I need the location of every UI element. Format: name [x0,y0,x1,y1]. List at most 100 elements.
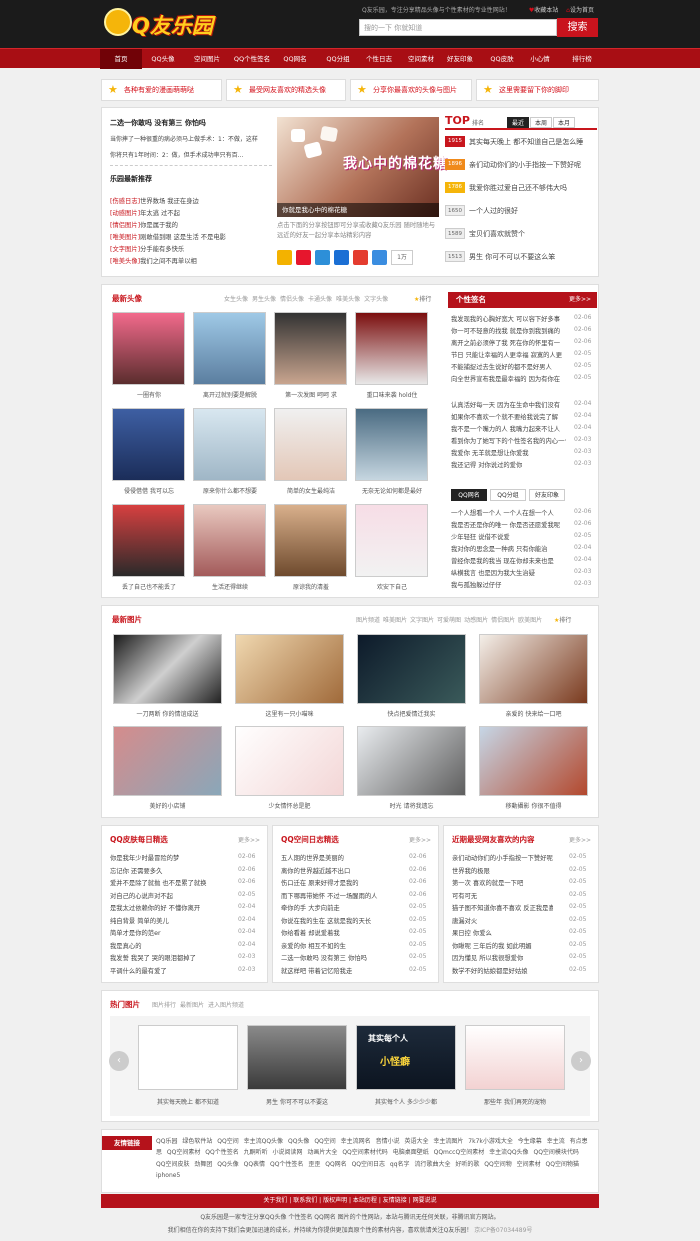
slide-image[interactable]: 我心中的棉花糖 你就是我心中的棉花糖 [277,117,447,217]
rank-item[interactable]: 男生 你可不可以不要这么笨 [469,252,597,262]
news-item[interactable]: [伤感日志]世界数场 我迂在身边 [110,196,272,205]
avatar-caption[interactable]: 原来你什么都不想要 [190,486,270,495]
photo-tab[interactable]: 情侣图片 [491,617,515,624]
diary-item[interactable]: 离你的世界越近越不出口 [281,866,393,875]
avatar-thumbnail[interactable] [274,312,347,385]
avatar-thumbnail[interactable] [274,504,347,577]
avatar-thumbnail[interactable] [193,312,266,385]
popular-item[interactable]: 第一次 喜欢的就是一下吧 [452,878,553,887]
nav-item[interactable]: 首页 [100,49,142,69]
photo-thumbnail[interactable] [235,726,344,796]
popular-item[interactable]: 可有可无 [452,891,553,900]
ad-banner[interactable]: ★ 最受网友喜欢的精选头像 [226,79,346,101]
signatures-more-link[interactable]: 更多>> [569,292,591,308]
ad-banner[interactable]: ★ 这里需要留下你的脚印 [476,79,599,101]
weibo-share-icon[interactable] [296,250,311,265]
qq-name-item[interactable]: 我与孤独躲过仔仔 [451,580,566,589]
skins-item[interactable]: 爱并不是除了就抛 也不是累了就换 [110,878,222,887]
popular-item[interactable]: 世界我的极限 [452,866,553,875]
photo-thumbnail[interactable] [479,634,588,704]
avatar-thumbnail[interactable] [193,504,266,577]
photo-tab[interactable]: 欧美图片 [518,617,542,624]
signature-item[interactable]: 如果你不喜欢一个就不要给我说完了解 [451,412,566,421]
news-item[interactable]: [情侣图片]你是属于我的 [110,220,272,229]
featured-headline[interactable]: 二选一你敢吗 没有第三 你怕吗 [110,118,206,128]
skins-item[interactable]: 我是真心的 [110,941,222,950]
footer-link[interactable]: 联系我们 [293,1197,317,1204]
skins-item[interactable]: 对自己的心说声对不起 [110,891,222,900]
rank-item[interactable]: 宝贝们喜欢就赞个 [469,229,597,239]
avatars-rank-link[interactable]: ★排行 [414,294,431,303]
photo-caption[interactable]: 时光 请将我遗忘 [357,801,466,810]
carousel-prev-icon[interactable]: ‹ [109,1051,129,1071]
nav-item[interactable]: 空间素材 [400,49,442,69]
qq-name-item[interactable]: 我对你的思念是一种病 只有你能治 [451,544,566,553]
site-logo[interactable]: Q友乐园 [104,4,224,44]
signature-item[interactable]: 我发现我的心胸好宽大 可以容下好多事 [451,314,566,323]
qq-name-item[interactable]: 曾经你是我的我当 现在你却未来也是 [451,556,566,565]
photo-caption[interactable]: 移動攝影 你很不值得 [479,801,588,810]
popular-item[interactable]: 数学不好的姑娘都是好姑娘 [452,966,553,975]
photo-tab[interactable]: 唯美图片 [383,617,407,624]
rank-tab[interactable]: 最近 [507,117,529,128]
popular-item[interactable]: 亲们动动你们的小手指按一下赞好呢 [452,853,553,862]
avatar-thumbnail[interactable] [274,408,347,481]
qq-tab[interactable]: QQ分组 [490,489,526,501]
hot-caption[interactable]: 其实每天晚上 都不知道 [134,1097,242,1106]
popular-item[interactable]: 因为懂见 所以我很想爱你 [452,953,553,962]
avatar-tab[interactable]: 唯美头像 [336,296,360,303]
avatar-thumbnail[interactable] [355,504,428,577]
diary-item[interactable]: 你给看着 却说爱着我 [281,928,393,937]
avatar-caption[interactable]: 丢了自己也不能丢了 [109,582,189,591]
popular-item[interactable]: 唐漏对火 [452,916,553,925]
footer-link[interactable]: 友情链接 [383,1197,407,1204]
hot-caption[interactable]: 那些年 我们再死的宠物 [461,1097,569,1106]
qq-tab[interactable]: 好友印象 [529,489,565,501]
rank-item[interactable]: 其实每天晚上 都不知道自己是怎么睡 [469,137,597,147]
hot-caption[interactable]: 其实每个人 多少少少都 [352,1097,460,1106]
douban-share-icon[interactable] [353,250,368,265]
skins-more-link[interactable]: 更多>> [238,835,260,844]
nav-item[interactable]: QQ个性签名 [231,49,273,69]
photo-thumbnail[interactable] [235,634,344,704]
qq-name-item[interactable]: 纵横我言 也是因为我大生治疑 [451,568,566,577]
hot-caption[interactable]: 男生 你可不可以不要这 [243,1097,351,1106]
news-item[interactable]: [动感图片]年太逃 过不起 [110,208,272,217]
photo-caption[interactable]: 快点把爱情迁我实 [357,709,466,718]
set-home-link[interactable]: ⌂设为首页 [566,7,594,14]
ad-banner[interactable]: ★ 分享你最喜欢的头像与图片 [350,79,472,101]
photo-tab[interactable]: 文字图片 [410,617,434,624]
skins-item[interactable]: 我发誓 我哭了 哭的眼泪都掉了 [110,953,222,962]
avatar-thumbnail[interactable] [355,408,428,481]
photo-caption[interactable]: 一刀两断 你的情谊成送 [113,709,222,718]
photo-thumbnail[interactable] [479,726,588,796]
signature-item[interactable]: 看到你为了她写下的个性签名我的内心一个劲 [451,436,566,445]
signature-item[interactable]: 不能捕捉过去生说好的都不是好男人 [451,362,566,371]
avatar-tab[interactable]: 卡通头像 [308,296,332,303]
avatar-caption[interactable]: 原谅我的清羞 [271,582,351,591]
search-button[interactable]: 搜索 [557,18,598,37]
qq-name-item[interactable]: 一个人想看一个人 一个人在想一个人 [451,508,566,517]
footer-link[interactable]: 本站历程 [353,1197,377,1204]
signature-item[interactable]: 节日 只能让幸福的人更幸福 寂寞的人更 [451,350,566,359]
signature-item[interactable]: 我还记得 对你说过的爱你 [451,460,566,469]
popular-more-link[interactable]: 更多>> [569,835,591,844]
avatar-caption[interactable]: 重口味来袭 hold住 [352,390,432,399]
diary-item[interactable]: 牵你的手 大步向前走 [281,903,393,912]
rank-item[interactable]: 亲们动动你们的小手指按一下赞好呢 [469,160,597,170]
rank-tab[interactable]: 本月 [553,117,575,128]
tqq-share-icon[interactable] [315,250,330,265]
footer-link[interactable]: 网要说说 [413,1197,437,1204]
skins-item[interactable]: 你是我年少时最冒险的梦 [110,853,222,862]
photos-rank-link[interactable]: ★排行 [554,615,571,624]
photo-tab[interactable]: 动感图片 [464,617,488,624]
avatar-thumbnail[interactable] [355,312,428,385]
signature-item[interactable]: 你一可不轻意的找我 就是你到我到痛的 [451,326,566,335]
avatar-thumbnail[interactable] [112,504,185,577]
avatar-caption[interactable]: 侵侵借借 我可以忘 [109,486,189,495]
hot-thumbnail[interactable] [247,1025,347,1090]
photo-caption[interactable]: 美好的小店铺 [113,801,222,810]
photo-tab[interactable]: 可爱萌图 [437,617,461,624]
avatar-caption[interactable]: 无奈无论如何都是最好 [352,486,432,495]
skins-item[interactable]: 平调什么的最有爱了 [110,966,222,975]
